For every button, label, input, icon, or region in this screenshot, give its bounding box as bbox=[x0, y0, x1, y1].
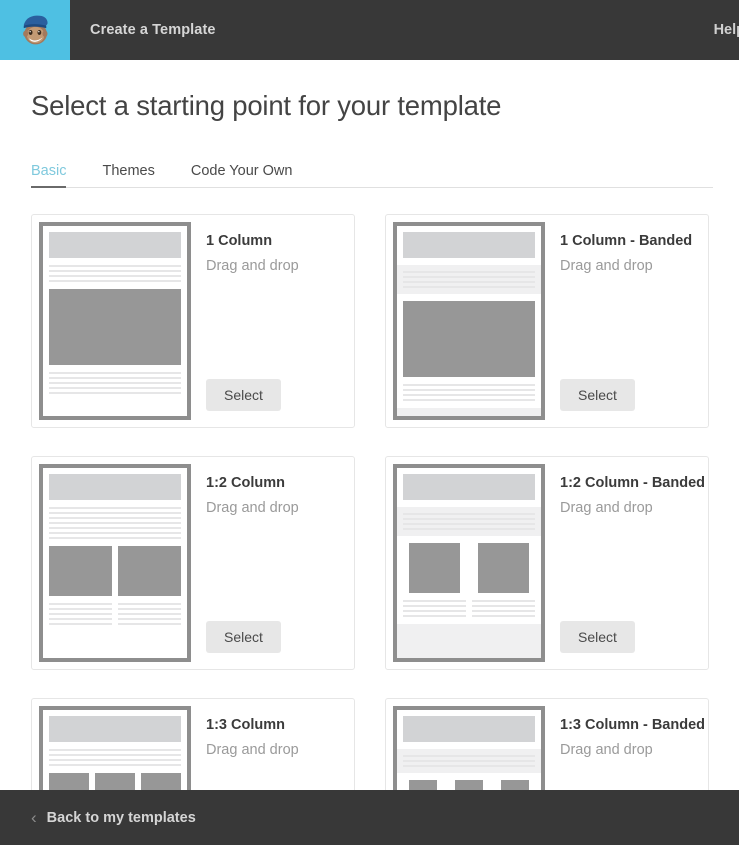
mailchimp-logo-block[interactable] bbox=[0, 0, 70, 60]
page-title: Select a starting point for your templat… bbox=[31, 90, 502, 121]
template-card-subtitle: Drag and drop bbox=[560, 742, 653, 758]
thumb-image-block bbox=[478, 543, 529, 593]
thumb-header-block bbox=[403, 232, 535, 258]
thumb-header-block bbox=[403, 716, 535, 742]
thumb-text-lines bbox=[472, 600, 535, 617]
template-card-title: 1:3 Column - Banded bbox=[560, 717, 706, 733]
thumb-text-lines bbox=[49, 265, 181, 282]
template-card-subtitle: Drag and drop bbox=[560, 258, 653, 274]
page-content: Select a starting point for your templat… bbox=[0, 60, 739, 845]
template-card-title: 1:2 Column bbox=[206, 475, 285, 491]
template-category-tabs: Basic Themes Code Your Own bbox=[31, 158, 713, 188]
template-card-subtitle: Drag and drop bbox=[206, 742, 299, 758]
tab-basic[interactable]: Basic bbox=[31, 163, 67, 188]
template-card[interactable]: 1:2 Column Drag and drop Select bbox=[31, 456, 355, 670]
template-grid: 1 Column Drag and drop Select 1 Column -… bbox=[0, 214, 739, 845]
thumb-footer-band bbox=[397, 624, 541, 658]
thumb-text-lines bbox=[403, 600, 466, 617]
template-card[interactable]: 1 Column Drag and drop Select bbox=[31, 214, 355, 428]
chevron-left-icon: ‹ bbox=[31, 808, 37, 827]
template-thumbnail-1-column-banded bbox=[393, 222, 545, 420]
template-thumbnail-1-column bbox=[39, 222, 191, 420]
thumb-two-column-images bbox=[403, 543, 535, 593]
thumb-text-lines bbox=[49, 507, 181, 539]
thumb-text-lines bbox=[49, 603, 112, 625]
thumb-band bbox=[397, 749, 541, 773]
template-card-info: 1:2 Column - Banded Drag and drop Select bbox=[545, 464, 705, 662]
select-button[interactable]: Select bbox=[560, 379, 635, 411]
select-button[interactable]: Select bbox=[560, 621, 635, 653]
back-to-my-templates-label: Back to my templates bbox=[46, 809, 196, 826]
template-card-info: 1:2 Column Drag and drop Select bbox=[191, 464, 347, 662]
template-card-title: 1:3 Column bbox=[206, 717, 285, 733]
thumb-band bbox=[397, 507, 541, 536]
thumb-two-column-text bbox=[49, 603, 181, 625]
template-card-info: 1 Column Drag and drop Select bbox=[191, 222, 347, 420]
template-card-title: 1 Column - Banded bbox=[560, 233, 693, 249]
thumb-text-lines bbox=[118, 603, 181, 625]
thumb-band bbox=[397, 265, 541, 294]
template-card[interactable]: 1:2 Column - Banded Drag and drop Select bbox=[385, 456, 709, 670]
thumb-text-lines bbox=[403, 755, 535, 767]
template-card-title: 1:2 Column - Banded bbox=[560, 475, 706, 491]
thumb-two-column-text bbox=[403, 600, 535, 617]
top-bar-right-actions: Help bbox=[714, 0, 739, 60]
template-thumbnail-1-2-column-banded bbox=[393, 464, 545, 662]
thumb-image-block bbox=[403, 301, 535, 377]
thumb-image-block bbox=[49, 546, 112, 596]
thumb-image-block bbox=[118, 546, 181, 596]
thumb-text-lines bbox=[49, 372, 181, 394]
template-card-subtitle: Drag and drop bbox=[206, 258, 299, 274]
select-button[interactable]: Select bbox=[206, 621, 281, 653]
thumb-text-lines bbox=[403, 384, 535, 401]
template-thumbnail-1-2-column bbox=[39, 464, 191, 662]
thumb-header-block bbox=[403, 474, 535, 500]
thumb-text-lines bbox=[403, 271, 535, 288]
help-link[interactable]: Help bbox=[714, 22, 739, 38]
mailchimp-freddie-logo-icon bbox=[23, 15, 48, 45]
template-card-subtitle: Drag and drop bbox=[560, 500, 653, 516]
thumb-footer-band bbox=[397, 408, 541, 416]
thumb-image-block bbox=[409, 543, 460, 593]
select-button[interactable]: Select bbox=[206, 379, 281, 411]
template-card-title: 1 Column bbox=[206, 233, 273, 249]
template-card-subtitle: Drag and drop bbox=[206, 500, 299, 516]
thumb-text-lines bbox=[49, 749, 181, 766]
template-card[interactable]: 1 Column - Banded Drag and drop Select bbox=[385, 214, 709, 428]
top-navigation-bar: Create a Template Help bbox=[0, 0, 739, 60]
thumb-image-block bbox=[49, 289, 181, 365]
bottom-action-bar: ‹ Back to my templates bbox=[0, 790, 739, 845]
tab-code-your-own[interactable]: Code Your Own bbox=[191, 163, 293, 187]
tab-themes[interactable]: Themes bbox=[102, 163, 154, 187]
thumb-header-block bbox=[49, 716, 181, 742]
app-title: Create a Template bbox=[90, 22, 216, 38]
back-to-my-templates-link[interactable]: ‹ Back to my templates bbox=[31, 809, 196, 826]
thumb-two-column-images bbox=[49, 546, 181, 596]
thumb-header-block bbox=[49, 474, 181, 500]
thumb-text-lines bbox=[403, 513, 535, 530]
template-card-info: 1 Column - Banded Drag and drop Select bbox=[545, 222, 701, 420]
thumb-header-block bbox=[49, 232, 181, 258]
